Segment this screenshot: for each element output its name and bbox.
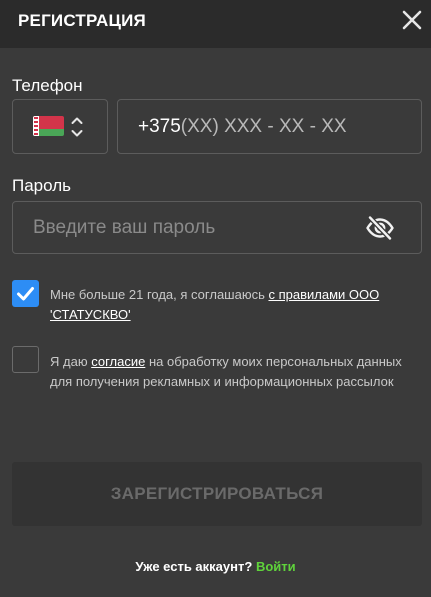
data-consent-label-start: Я даю <box>50 354 92 369</box>
age-consent-checkbox[interactable] <box>12 280 39 307</box>
close-button[interactable] <box>398 6 426 34</box>
phone-value: +375(XX) XXX - XX - XX <box>138 116 347 138</box>
up-down-chevron-icon <box>71 117 83 137</box>
password-input[interactable]: Введите ваш пароль <box>12 201 422 254</box>
belarus-flag-icon <box>33 116 64 136</box>
phone-label: Телефон <box>12 76 83 95</box>
modal-title: РЕГИСТРАЦИЯ <box>18 11 146 30</box>
consent-link[interactable]: согласие <box>91 354 145 369</box>
password-visibility-toggle[interactable] <box>365 214 395 242</box>
login-prompt: Уже есть аккаунт? Войти <box>0 559 431 574</box>
phone-input[interactable]: +375(XX) XXX - XX - XX <box>117 99 422 154</box>
close-icon <box>402 10 422 30</box>
password-placeholder: Введите ваш пароль <box>33 217 216 238</box>
checkmark-icon <box>17 287 34 301</box>
login-link[interactable]: Войти <box>256 559 296 574</box>
register-button[interactable]: ЗАРЕГИСТРИРОВАТЬСЯ <box>12 462 422 526</box>
data-consent-text: Я даю согласие на обработку моих персона… <box>50 352 410 392</box>
phone-mask: (XX) XXX - XX - XX <box>180 116 347 137</box>
password-label: Пароль <box>12 176 71 195</box>
modal-header: РЕГИСТРАЦИЯ <box>0 0 431 48</box>
phone-prefix: +375 <box>138 116 181 137</box>
country-code-select[interactable] <box>12 99 108 154</box>
login-question: Уже есть аккаунт? <box>135 559 253 574</box>
age-consent-label: Мне больше 21 года, я соглашаюсь <box>50 287 269 302</box>
age-consent-text: Мне больше 21 года, я соглашаюсь с прави… <box>50 285 410 325</box>
data-consent-checkbox[interactable] <box>12 346 39 373</box>
eye-slash-icon <box>366 215 394 241</box>
